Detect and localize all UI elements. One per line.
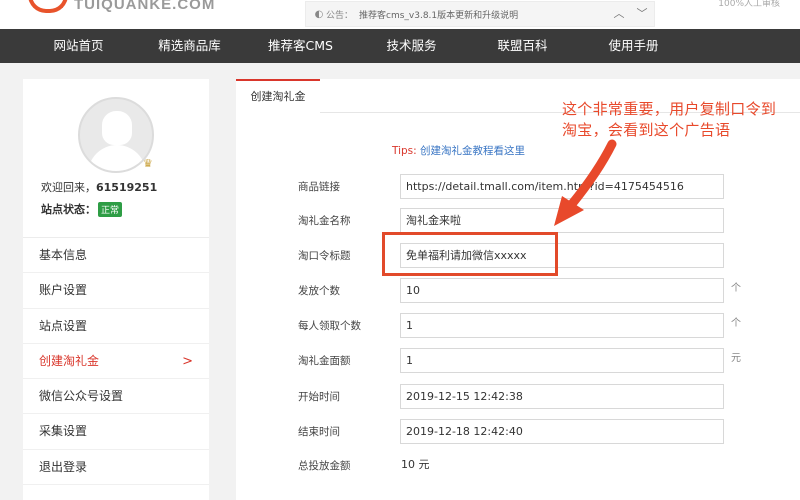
per-user-input[interactable]: 1	[400, 313, 724, 338]
sidebar-item-account-settings[interactable]: 账户设置	[23, 273, 209, 309]
site-status-label: 站点状态：	[41, 203, 96, 216]
avatar-head-shape	[102, 111, 132, 145]
sidebar-item-basic-info[interactable]: 基本信息	[23, 238, 209, 274]
end-time-label: 结束时间	[298, 426, 340, 438]
main-panel: 创建淘礼金 Tips: 创建淘礼金教程看这里 商品链接 https://deta…	[236, 79, 800, 500]
nav-item-products[interactable]: 精选商品库	[134, 29, 245, 63]
form-row-gift-name: 淘礼金名称 淘礼金来啦	[236, 208, 800, 234]
top-header: TUIQUANKE.COM ◐ 公告： 推荐客cms_v3.8.1版本更新和升级…	[0, 0, 800, 29]
announcement-bar[interactable]: ◐ 公告： 推荐客cms_v3.8.1版本更新和升级说明 ︿ ﹀	[305, 1, 655, 27]
tips-label: Tips:	[392, 145, 417, 157]
nav-item-manual[interactable]: 使用手册	[578, 29, 689, 63]
site-status: 站点状态： 正常	[41, 201, 123, 217]
nav-item-cms[interactable]: 推荐客CMS	[245, 29, 356, 63]
tutorial-link[interactable]: 创建淘礼金教程看这里	[420, 145, 525, 157]
username: 61519251	[96, 181, 158, 194]
logo-icon	[28, 0, 68, 13]
site-logo[interactable]: TUIQUANKE.COM	[28, 0, 215, 14]
issue-count-input[interactable]: 10	[400, 278, 724, 303]
vip-badge-icon: ♛	[143, 157, 153, 170]
red-arrow-icon	[554, 139, 617, 226]
form-row-product-link: 商品链接 https://detail.tmall.com/item.htm?i…	[236, 174, 800, 200]
sidebar-item-create-gift[interactable]: 创建淘礼金 >	[23, 344, 209, 380]
welcome-text: 欢迎回来，61519251	[41, 179, 157, 195]
sidebar: ♛ 欢迎回来，61519251 站点状态： 正常 基本信息 账户设置 站点设置 …	[23, 79, 209, 500]
face-value-label: 淘礼金面额	[298, 355, 351, 367]
chevron-down-icon[interactable]: ﹀	[634, 6, 650, 22]
total-amount-label: 总投放金额	[298, 460, 351, 472]
status-badge: 正常	[98, 201, 123, 217]
main-nav: 网站首页 精选商品库 推荐客CMS 技术服务 联盟百科 使用手册	[0, 29, 800, 63]
issue-count-unit: 个	[731, 283, 741, 294]
annotation-text: 这个非常重要，用户复制口令到淘宝，会看到这个广告语	[562, 100, 777, 139]
sidebar-item-collect-settings[interactable]: 采集设置	[23, 414, 209, 450]
per-user-label: 每人领取个数	[298, 320, 361, 332]
form-row-total-amount: 总投放金额 10 元	[236, 453, 800, 479]
avatar-body-shape	[88, 145, 146, 171]
announcement-label: 公告：	[326, 10, 354, 21]
top-right-text: 100%人工审核	[718, 0, 780, 9]
nav-item-wiki[interactable]: 联盟百科	[467, 29, 578, 63]
sidebar-menu: 基本信息 账户设置 站点设置 创建淘礼金 > 微信公众号设置 采集设置 退出登录	[23, 237, 209, 486]
start-time-label: 开始时间	[298, 391, 340, 403]
speaker-icon: ◐	[314, 8, 324, 20]
form-row-start-time: 开始时间 2019-12-15 12:42:38	[236, 384, 800, 410]
total-amount-value: 10 元	[400, 453, 724, 478]
nav-item-home[interactable]: 网站首页	[23, 29, 134, 63]
welcome-prefix: 欢迎回来，	[41, 181, 96, 194]
tips: Tips: 创建淘礼金教程看这里	[392, 143, 525, 158]
sidebar-item-wechat-settings[interactable]: 微信公众号设置	[23, 379, 209, 415]
nav-item-tech-service[interactable]: 技术服务	[356, 29, 467, 63]
gift-name-label: 淘礼金名称	[298, 215, 351, 227]
face-value-input[interactable]: 1	[400, 348, 724, 373]
issue-count-label: 发放个数	[298, 285, 340, 297]
form-row-end-time: 结束时间 2019-12-18 12:42:40	[236, 419, 800, 445]
sidebar-item-logout[interactable]: 退出登录	[23, 450, 209, 486]
chevron-up-icon[interactable]: ︿	[611, 6, 627, 22]
product-link-label: 商品链接	[298, 181, 340, 193]
face-value-unit: 元	[731, 353, 741, 364]
announcement-text[interactable]: 推荐客cms_v3.8.1版本更新和升级说明	[359, 8, 518, 21]
page: TUIQUANKE.COM ◐ 公告： 推荐客cms_v3.8.1版本更新和升级…	[0, 0, 800, 500]
tab-create-gift[interactable]: 创建淘礼金	[236, 79, 320, 112]
sidebar-item-site-settings[interactable]: 站点设置	[23, 309, 209, 344]
end-time-input[interactable]: 2019-12-18 12:42:40	[400, 419, 724, 444]
logo-text: TUIQUANKE.COM	[74, 0, 216, 13]
form-row-per-user: 每人领取个数 1 个	[236, 313, 800, 339]
form-row-face-value: 淘礼金面额 1 元	[236, 348, 800, 374]
chevron-right-icon: >	[182, 353, 193, 369]
tao-title-label: 淘口令标题	[298, 250, 351, 262]
start-time-input[interactable]: 2019-12-15 12:42:38	[400, 384, 724, 409]
sidebar-item-label: 创建淘礼金	[39, 353, 100, 368]
highlight-box	[382, 232, 558, 276]
form-row-issue-count: 发放个数 10 个	[236, 278, 800, 304]
per-user-unit: 个	[731, 318, 741, 329]
